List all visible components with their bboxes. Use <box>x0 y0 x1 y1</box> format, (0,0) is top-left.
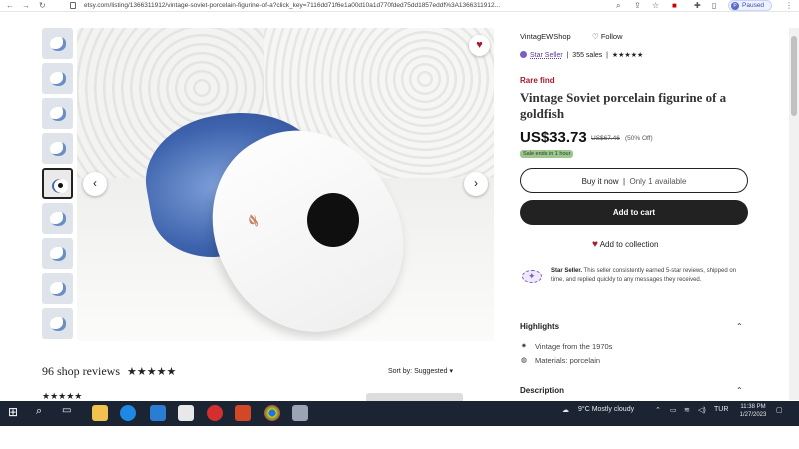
store-icon[interactable] <box>178 405 194 421</box>
thumbnail[interactable] <box>42 308 73 339</box>
thumbnail[interactable] <box>42 203 73 234</box>
follow-button[interactable]: ♡ Follow <box>592 32 623 41</box>
materials-icon: ◍ <box>521 356 527 364</box>
thumbnail-selected[interactable] <box>42 168 73 199</box>
weather-icon[interactable]: ☁ <box>562 406 569 414</box>
thumbnail[interactable] <box>42 238 73 269</box>
shop-rating-stars: ★★★★★ <box>612 52 643 59</box>
menu-icon[interactable]: ⋮ <box>785 1 793 10</box>
profile-status: Paused <box>742 2 764 9</box>
thumbnail[interactable] <box>42 273 73 304</box>
file-explorer-icon[interactable] <box>92 405 108 421</box>
star-seller-badge-icon <box>522 270 542 283</box>
lock-icon[interactable] <box>70 2 76 9</box>
reviews-count: 96 shop reviews <box>42 364 120 378</box>
heart-outline-icon: ♡ <box>592 32 599 41</box>
add-to-collection-label: Add to collection <box>600 240 659 249</box>
seller-info: Star Seller | 355 sales | ★★★★★ <box>520 51 643 59</box>
buy-now-label: Buy it now <box>582 177 619 186</box>
mail-icon[interactable] <box>150 405 166 421</box>
browser-toolbar: ← → ↻ etsy.com/listing/1366311912/vintag… <box>0 0 799 12</box>
product-title: Vintage Soviet porcelain figurine of a g… <box>520 90 745 122</box>
windows-taskbar: ⊞ ⌕ ▭ ☁ 9°C Mostly cloudy ⌃ ▭ ≋ ◁) TUR 1… <box>0 401 799 426</box>
star-seller-icon <box>520 51 527 58</box>
clock-date: 1/27/2023 <box>735 411 771 419</box>
vintage-icon: ✷ <box>521 342 527 350</box>
thumbnail[interactable] <box>42 98 73 129</box>
chevron-down-icon: ▾ <box>450 368 454 375</box>
sort-label: Sort by: Suggested <box>388 368 448 375</box>
avatar: P <box>731 2 739 10</box>
address-bar[interactable]: etsy.com/listing/1366311912/vintage-sovi… <box>84 2 604 9</box>
chevron-up-icon[interactable]: ⌃ <box>736 386 743 395</box>
buy-it-now-button[interactable]: Buy it now | Only 1 available <box>520 168 748 193</box>
wifi-icon[interactable]: ≋ <box>684 406 690 414</box>
language-indicator[interactable]: TUR <box>714 406 728 413</box>
bookmark-star-icon[interactable]: ☆ <box>652 1 659 10</box>
follow-label: Follow <box>601 32 623 41</box>
star-seller-link[interactable]: Star Seller <box>530 52 563 59</box>
side-panel-icon[interactable]: ▯ <box>712 1 716 10</box>
discount-label: (50% Off) <box>625 135 653 142</box>
add-to-cart-button[interactable]: Add to cart <box>520 200 748 225</box>
task-view-icon[interactable]: ▭ <box>62 405 78 421</box>
thumbnail[interactable] <box>42 133 73 164</box>
heart-icon: ♥ <box>592 239 598 250</box>
chrome-icon[interactable] <box>264 405 280 421</box>
edge-icon[interactable] <box>120 405 136 421</box>
back-icon[interactable]: ← <box>6 1 14 10</box>
powerpoint-icon[interactable] <box>235 405 251 421</box>
highlight-item: Materials: porcelain <box>535 356 600 365</box>
battery-icon[interactable]: ▭ <box>670 406 677 414</box>
app-icon[interactable] <box>292 405 308 421</box>
favorite-heart-button[interactable]: ♥ <box>469 35 490 56</box>
share-icon[interactable]: ⇪ <box>634 1 641 10</box>
search-icon[interactable]: ⌕ <box>616 1 620 11</box>
original-price: US$67.46 <box>591 135 620 142</box>
sort-dropdown[interactable]: Sort by: Suggested ▾ <box>388 367 453 375</box>
reviews-stars: ★★★★★ <box>127 365 176 378</box>
chevron-up-icon[interactable]: ⌃ <box>736 322 743 331</box>
thumbnail[interactable] <box>42 63 73 94</box>
windows-start-icon[interactable]: ⊞ <box>8 405 24 421</box>
thumbnail-strip <box>42 28 74 343</box>
notifications-icon[interactable]: ▢ <box>776 406 783 414</box>
forward-icon[interactable]: → <box>22 1 30 10</box>
product-main-image[interactable]: 𝓰 <box>77 28 494 341</box>
add-to-collection-button[interactable]: ♥ Add to collection <box>592 239 658 250</box>
opera-icon[interactable] <box>207 405 223 421</box>
extensions-puzzle-icon[interactable]: ✚ <box>694 1 701 10</box>
sales-count: 355 sales <box>572 52 602 59</box>
star-seller-title: Star Seller. <box>551 268 582 274</box>
review-stars: ★★★★★ <box>42 392 82 400</box>
clock[interactable]: 11:38 PM 1/27/2023 <box>735 403 771 419</box>
extension-icon[interactable]: ■ <box>672 1 677 10</box>
search-icon[interactable]: ⌕ <box>36 405 52 421</box>
clock-time: 11:38 PM <box>735 403 771 411</box>
next-image-button[interactable]: › <box>464 172 488 196</box>
rare-find-badge: Rare find <box>520 76 555 85</box>
reload-icon[interactable]: ↻ <box>39 1 46 10</box>
shop-name-link[interactable]: VintagEWShop <box>520 32 571 41</box>
weather-widget[interactable]: 9°C Mostly cloudy <box>578 406 634 413</box>
chevron-up-icon[interactable]: ⌃ <box>655 406 661 414</box>
highlight-item: Vintage from the 1970s <box>535 342 612 351</box>
page-scrollbar[interactable] <box>789 28 799 400</box>
sale-price: US$33.73 <box>520 129 587 146</box>
previous-image-button[interactable]: ‹ <box>83 172 107 196</box>
figurine-hole <box>307 193 359 247</box>
profile-button[interactable]: P Paused <box>728 0 772 11</box>
thumbnail[interactable] <box>42 28 73 59</box>
description-heading[interactable]: Description <box>520 386 564 395</box>
highlights-heading[interactable]: Highlights <box>520 322 559 331</box>
sale-timer-badge: Sale ends in 1 hour <box>520 150 573 158</box>
review-photo <box>366 393 463 401</box>
volume-icon[interactable]: ◁) <box>698 406 706 414</box>
shop-reviews-header: 96 shop reviews ★★★★★ <box>42 364 176 379</box>
availability-label: Only 1 available <box>629 177 686 186</box>
